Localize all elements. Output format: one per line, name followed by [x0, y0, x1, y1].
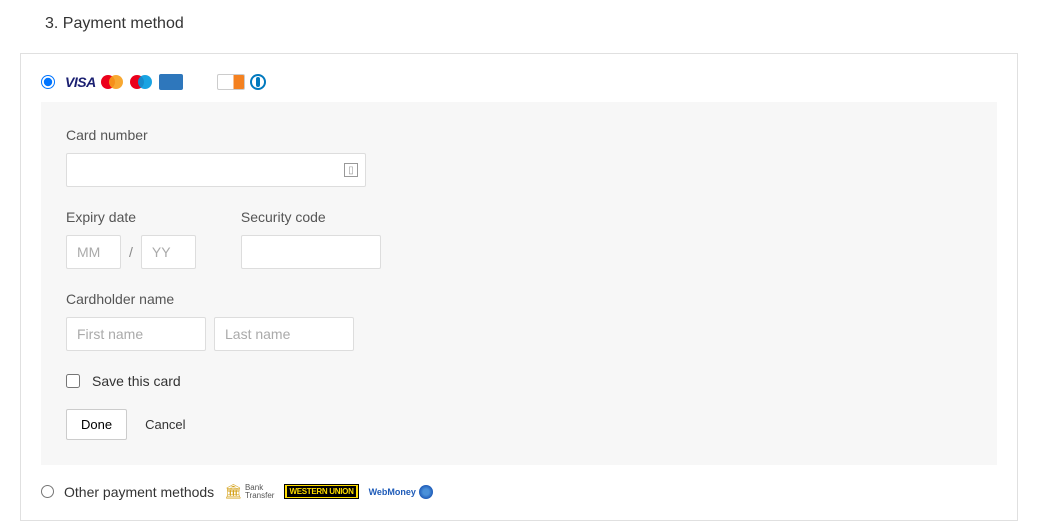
expiry-label: Expiry date: [66, 209, 196, 225]
card-number-label: Card number: [66, 127, 972, 143]
payment-container: VISA Card number ▯ Expiry date /: [20, 53, 1018, 521]
cancel-button[interactable]: Cancel: [145, 417, 185, 432]
save-card-label: Save this card: [92, 373, 181, 389]
other-methods-radio[interactable]: [41, 485, 54, 498]
expiry-month-input[interactable]: [66, 235, 121, 269]
card-form: Card number ▯ Expiry date / Security cod…: [41, 102, 997, 465]
last-name-input[interactable]: [214, 317, 354, 351]
security-code-label: Security code: [241, 209, 381, 225]
maestro-icon: [130, 74, 154, 90]
done-button[interactable]: Done: [66, 409, 127, 440]
cardholder-label: Cardholder name: [66, 291, 972, 307]
western-union-icon: WESTERN UNION: [284, 484, 358, 499]
expiry-slash: /: [129, 244, 133, 260]
bank-transfer-icon: 🏛 BankTransfer: [224, 483, 274, 500]
first-name-input[interactable]: [66, 317, 206, 351]
section-title: 3. Payment method: [45, 15, 1018, 33]
discover-icon: [217, 74, 245, 90]
other-methods-label: Other payment methods: [64, 484, 214, 500]
webmoney-icon: WebMoney: [369, 485, 433, 499]
card-detect-icon: ▯: [344, 163, 358, 177]
mastercard-icon: [101, 74, 125, 90]
security-code-input[interactable]: [241, 235, 381, 269]
credit-card-option[interactable]: VISA: [41, 74, 997, 90]
other-methods-option[interactable]: Other payment methods 🏛 BankTransfer WES…: [41, 483, 997, 500]
jcb-icon: [188, 74, 212, 90]
credit-card-radio[interactable]: [41, 75, 55, 89]
diners-icon: [250, 74, 266, 90]
amex-icon: [159, 74, 183, 90]
save-card-checkbox[interactable]: [66, 374, 80, 388]
visa-icon: VISA: [65, 74, 96, 90]
expiry-year-input[interactable]: [141, 235, 196, 269]
card-number-input[interactable]: [66, 153, 366, 187]
card-brand-icons: VISA: [65, 74, 266, 90]
